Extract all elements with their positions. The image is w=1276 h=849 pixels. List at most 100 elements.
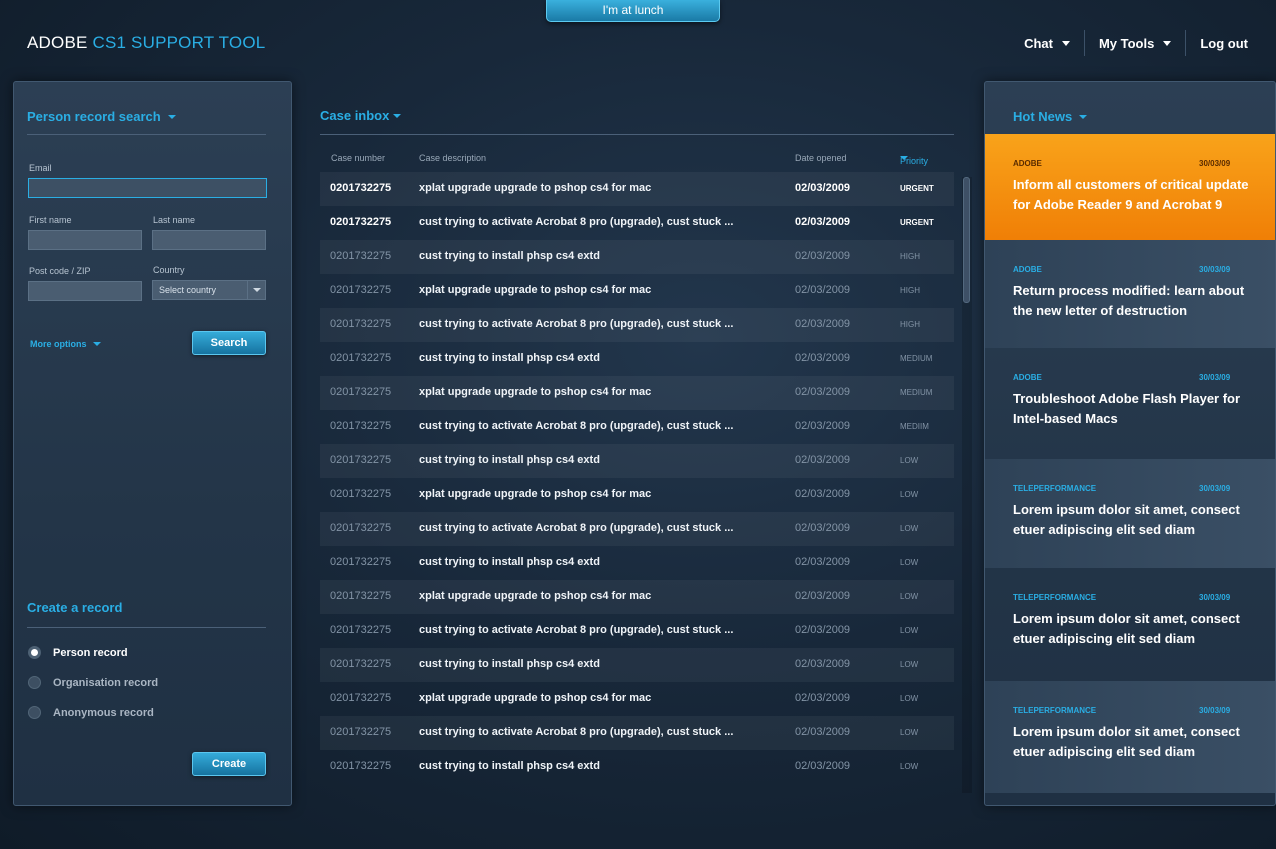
date-opened-cell: 02/03/2009 (795, 692, 851, 704)
email-field[interactable] (28, 178, 267, 198)
table-row[interactable]: 0201732275 cust trying to install phsp cs… (320, 546, 954, 580)
create-record-title: Create a record (27, 600, 123, 615)
divider (27, 627, 266, 628)
country-label: Country (153, 265, 185, 275)
search-button[interactable]: Search (192, 331, 266, 355)
case-number-cell: 0201732275 (330, 386, 392, 398)
country-select[interactable]: Select country (152, 280, 266, 300)
chevron-down-icon (1061, 40, 1070, 46)
case-number-cell: 0201732275 (330, 216, 392, 228)
case-description-cell: cust trying to activate Acrobat 8 pro (u… (419, 420, 734, 432)
table-row[interactable]: 0201732275 cust trying to activate Acroba… (320, 716, 954, 750)
case-description-cell: cust trying to activate Acrobat 8 pro (u… (419, 522, 734, 534)
date-opened-cell: 02/03/2009 (795, 726, 851, 738)
radio-anonymous-record[interactable]: Anonymous record (28, 706, 154, 719)
date-opened-cell: 02/03/2009 (795, 760, 851, 772)
date-opened-cell: 02/03/2009 (795, 522, 851, 534)
table-row[interactable]: 0201732275 cust trying to activate Acroba… (320, 410, 954, 444)
table-row[interactable]: 0201732275 cust trying to install phsp cs… (320, 648, 954, 682)
table-row[interactable]: 0201732275 cust trying to install phsp cs… (320, 750, 954, 784)
col-case-number[interactable]: Case number (331, 153, 385, 163)
case-description-cell: xplat upgrade upgrade to pshop cs4 for m… (419, 182, 652, 194)
case-description-cell: cust trying to activate Acrobat 8 pro (u… (419, 318, 734, 330)
priority-cell: LOW (900, 694, 919, 703)
chevron-down-icon (1163, 40, 1172, 46)
case-number-cell: 0201732275 (330, 624, 392, 636)
news-item[interactable]: TELEPERFORMANCE 30/03/09 Lorem ipsum dolor… (985, 681, 1275, 793)
news-source: TELEPERFORMANCE (1013, 593, 1097, 602)
scrollbar-thumb[interactable] (963, 177, 970, 303)
postcode-field[interactable] (28, 281, 142, 301)
table-row[interactable]: 0201732275 cust trying to install phsp cs… (320, 240, 954, 274)
more-options-toggle[interactable]: More options (30, 339, 101, 349)
news-item[interactable]: ADOBE 30/03/09 Troubleshoot Adobe Flash Pl… (985, 348, 1275, 459)
case-number-cell: 0201732275 (330, 454, 392, 466)
case-description-cell: cust trying to activate Acrobat 8 pro (u… (419, 216, 734, 228)
table-row[interactable]: 0201732275 cust trying to activate Acroba… (320, 614, 954, 648)
news-source: ADOBE (1013, 265, 1042, 274)
news-item[interactable]: ADOBE 30/03/09 Return process modified: le… (985, 240, 1275, 348)
table-row[interactable]: 0201732275 xplat upgrade upgrade to pshop… (320, 274, 954, 308)
person-search-header[interactable]: Person record search (27, 109, 176, 124)
logout-link[interactable]: Log out (1200, 36, 1248, 51)
priority-cell: LOW (900, 558, 919, 567)
my-tools-menu[interactable]: My Tools (1099, 36, 1172, 51)
news-date: 30/03/09 (1199, 159, 1231, 168)
date-opened-cell: 02/03/2009 (795, 590, 851, 602)
case-inbox-header[interactable]: Case inbox (320, 108, 402, 123)
priority-cell: LOW (900, 762, 919, 771)
priority-cell: MEDIUM (900, 388, 933, 397)
chevron-down-icon (167, 114, 176, 119)
col-case-description[interactable]: Case description (419, 153, 486, 163)
news-item[interactable]: ADOBE 30/03/09 Inform all customers of cri… (985, 134, 1275, 240)
table-row[interactable]: 0201732275 cust trying to install phsp cs… (320, 342, 954, 376)
hot-news-header[interactable]: Hot News (1013, 109, 1088, 124)
date-opened-cell: 02/03/2009 (795, 216, 851, 228)
date-opened-cell: 02/03/2009 (795, 420, 851, 432)
chat-menu[interactable]: Chat (1024, 36, 1070, 51)
news-item[interactable]: TELEPERFORMANCE 30/03/09 Lorem ipsum dolor… (985, 459, 1275, 568)
priority-cell: LOW (900, 626, 919, 635)
sort-down-icon (900, 156, 908, 160)
table-row[interactable]: 0201732275 cust trying to activate Acroba… (320, 206, 954, 240)
nav-divider (1083, 30, 1085, 56)
table-row[interactable]: 0201732275 xplat upgrade upgrade to pshop… (320, 682, 954, 716)
case-description-cell: cust trying to install phsp cs4 extd (419, 352, 600, 364)
news-item[interactable]: TELEPERFORMANCE 30/03/09 Lorem ipsum dolor… (985, 568, 1275, 681)
case-description-cell: cust trying to install phsp cs4 extd (419, 556, 600, 568)
date-opened-cell: 02/03/2009 (795, 454, 851, 466)
news-date: 30/03/09 (1199, 373, 1231, 382)
radio-person-record[interactable]: Person record (28, 646, 128, 659)
case-number-cell: 0201732275 (330, 760, 392, 772)
priority-cell: LOW (900, 490, 919, 499)
priority-cell: LOW (900, 456, 919, 465)
chevron-down-icon (393, 113, 402, 118)
table-row[interactable]: 0201732275 cust trying to activate Acroba… (320, 308, 954, 342)
logo-main: ADOBE (27, 33, 88, 52)
case-description-cell: xplat upgrade upgrade to pshop cs4 for m… (419, 386, 652, 398)
nav-divider (1185, 30, 1187, 56)
radio-organisation-record[interactable]: Organisation record (28, 676, 158, 689)
table-row[interactable]: 0201732275 xplat upgrade upgrade to pshop… (320, 376, 954, 410)
table-row[interactable]: 0201732275 xplat upgrade upgrade to pshop… (320, 580, 954, 614)
case-list-scrollbar[interactable] (962, 177, 972, 793)
date-opened-cell: 02/03/2009 (795, 352, 851, 364)
case-number-cell: 0201732275 (330, 590, 392, 602)
priority-cell: HIGH (900, 286, 920, 295)
table-row[interactable]: 0201732275 xplat upgrade upgrade to pshop… (320, 172, 954, 206)
chevron-down-icon (92, 342, 101, 346)
im-at-lunch-button[interactable]: I'm at lunch (546, 0, 720, 22)
news-date: 30/03/09 (1199, 706, 1231, 715)
news-headline: Lorem ipsum dolor sit amet, consect etue… (1013, 502, 1240, 537)
last-name-field[interactable] (152, 230, 266, 250)
table-row[interactable]: 0201732275 cust trying to install phsp cs… (320, 444, 954, 478)
table-row[interactable]: 0201732275 cust trying to activate Acroba… (320, 512, 954, 546)
first-name-field[interactable] (28, 230, 142, 250)
table-row[interactable]: 0201732275 xplat upgrade upgrade to pshop… (320, 478, 954, 512)
case-number-cell: 0201732275 (330, 522, 392, 534)
case-description-cell: cust trying to install phsp cs4 extd (419, 454, 600, 466)
create-button[interactable]: Create (192, 752, 266, 776)
priority-cell: MEDIUM (900, 354, 933, 363)
col-date-opened[interactable]: Date opened (795, 153, 847, 163)
case-number-cell: 0201732275 (330, 692, 392, 704)
